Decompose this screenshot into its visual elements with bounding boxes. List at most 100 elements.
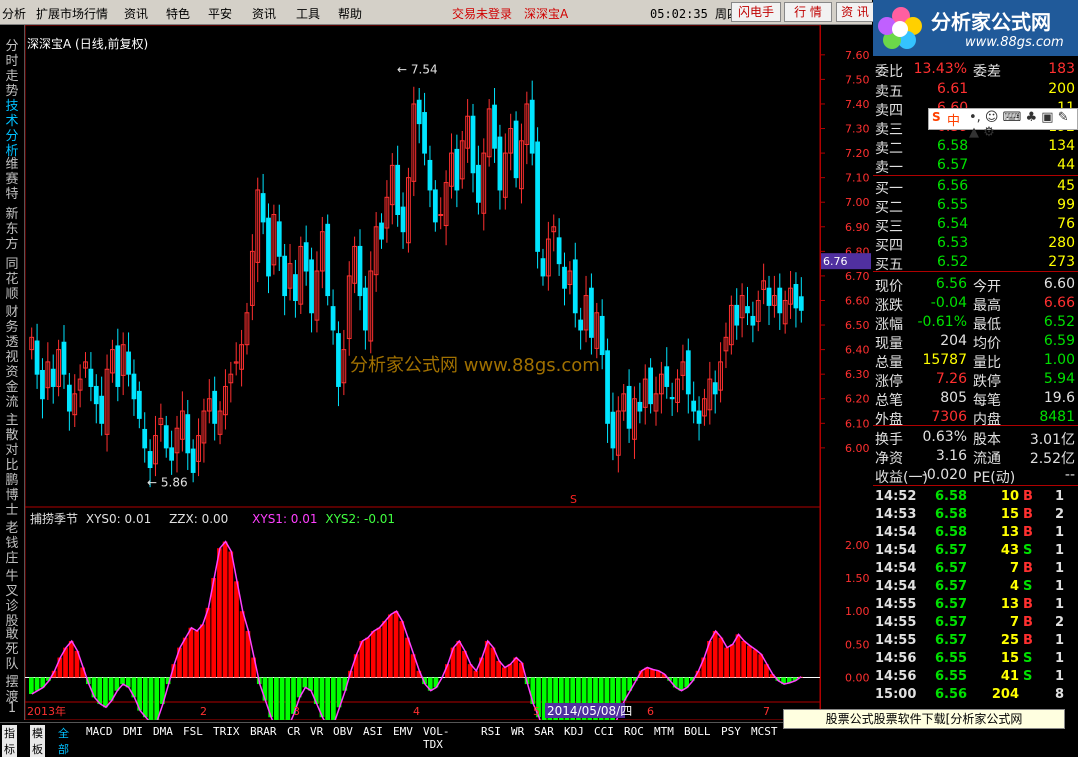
indicator-tab[interactable]: PSY	[721, 725, 741, 738]
candle-body	[556, 237, 562, 265]
menu-info[interactable]: 资讯	[252, 5, 276, 22]
candle-body	[115, 345, 121, 387]
sidebar-tab-laoqianzhuang[interactable]: 老钱庄	[2, 521, 22, 566]
sidebar-tab-niucha[interactable]: 牛叉诊股	[2, 569, 22, 629]
menu-tools[interactable]: 工具	[296, 5, 320, 22]
candle	[750, 301, 756, 343]
indicator-tab[interactable]: CR	[287, 725, 300, 738]
sidebar-tab-gansidui[interactable]: 敢死队	[2, 627, 22, 672]
sidebar-tab-weisaite[interactable]: 维赛特	[2, 157, 22, 202]
ime-mode[interactable]: 中	[947, 110, 960, 129]
stat2-row: 收益(一) -0.020 PE(动) --	[875, 467, 1075, 486]
indicator-tab[interactable]: CCI	[594, 725, 614, 738]
sidebar-tab-timeshare[interactable]: 分时走势	[2, 39, 22, 99]
indicator-tab[interactable]: BOLL	[684, 725, 711, 738]
candle	[196, 418, 201, 477]
indicator-tab[interactable]: 指标	[2, 725, 17, 757]
candle	[163, 415, 169, 458]
candle-body	[626, 385, 632, 429]
tick-volume: 13	[1000, 525, 1019, 540]
indicator-bar	[473, 670, 479, 678]
menu-feature[interactable]: 特色	[166, 5, 190, 22]
candle	[400, 192, 406, 249]
indicator-bar	[712, 631, 718, 678]
indicator-bar	[496, 660, 501, 678]
indicator-tab[interactable]: TRIX	[213, 725, 240, 738]
indicator-tab[interactable]: 全部	[58, 725, 69, 757]
indicator-tab[interactable]: DMA	[153, 725, 173, 738]
indicator-axis-label: 0.50	[845, 638, 870, 651]
quote-value: 8481	[1039, 409, 1075, 425]
ad-banner[interactable]: 股票公式股票软件下载[分析家公式网www.88gs.com]	[783, 709, 1065, 744]
indicator-bar	[752, 649, 758, 678]
candle	[422, 92, 427, 166]
indicator-tab[interactable]: MACD	[86, 725, 113, 738]
indicator-tab[interactable]: OBV	[333, 725, 353, 738]
quote-label: 涨停	[875, 374, 903, 390]
indicator-tab[interactable]: DMI	[123, 725, 143, 738]
candle	[572, 242, 578, 328]
sidebar-tab-xindongfang[interactable]: 新东方	[2, 207, 22, 252]
indicator-name[interactable]: 捕捞季节	[30, 512, 78, 526]
sidebar-tab-capital-flow[interactable]: 资金流	[2, 365, 22, 410]
sell-level-row[interactable]: 卖二 6.58 134	[875, 138, 1075, 157]
indicator-tab[interactable]: VR	[310, 725, 323, 738]
indicator-tab[interactable]: ASI	[363, 725, 383, 738]
quote-value: 0.63%	[922, 429, 967, 445]
quote-value: 6.56	[935, 276, 967, 292]
indicator-tab[interactable]: MCST	[751, 725, 778, 738]
tick-volume: 43	[1000, 543, 1019, 558]
buy-level-row[interactable]: 买三 6.54 76	[875, 216, 1075, 235]
sell-level-row[interactable]: 卖五 6.61 200	[875, 81, 1075, 100]
indicator-tab[interactable]: RSI	[481, 725, 501, 738]
quote-button[interactable]: 行 情	[784, 2, 832, 22]
menu-analysis[interactable]: 分析	[2, 5, 26, 22]
menu-pingan[interactable]: 平安	[208, 5, 232, 22]
indicator-bar	[650, 669, 655, 678]
candle	[621, 384, 627, 421]
candle	[330, 289, 336, 345]
sidebar-tab-technical[interactable]: 技术分析	[2, 99, 22, 159]
flash-trade-button[interactable]: 闪电手	[731, 2, 781, 22]
login-status[interactable]: 交易未登录	[452, 5, 512, 22]
buy-level-row[interactable]: 买四 6.53 280	[875, 235, 1075, 254]
indicator-tab[interactable]: KDJ	[564, 725, 584, 738]
tick-price: 6.56	[935, 687, 968, 702]
candle	[728, 295, 734, 355]
menu-help[interactable]: 帮助	[338, 5, 362, 22]
indicator-tab[interactable]: BRAR	[250, 725, 277, 738]
indicator-header: 捕捞季节 XYS0: 0.01 ZZX: 0.00 XYS1: 0.01 XYS…	[30, 510, 395, 527]
sidebar-tab-tonghuashun[interactable]: 同花顺	[2, 257, 22, 302]
indicator-tab[interactable]: EMV	[393, 725, 413, 738]
indicator-tab[interactable]: WR	[511, 725, 524, 738]
indicator-tab[interactable]: VOL-TDX	[423, 725, 450, 751]
info-button[interactable]: 资 讯	[836, 2, 874, 22]
quote-label: 现价	[875, 279, 903, 295]
indicator-xys2: XYS2: -0.01	[325, 512, 396, 526]
tick-row: 14:54 6.57 7 B 1	[875, 561, 1075, 579]
indicator-tab[interactable]: SAR	[534, 725, 554, 738]
candle	[201, 398, 207, 463]
candle	[529, 80, 535, 166]
sidebar-tab-pengboshi[interactable]: 鹏博士	[2, 473, 22, 518]
kline-chart[interactable]: 分析家公式网 www.88gs.com ← 7.54 ← 5.86 S 2013年 2 3 4…	[25, 25, 820, 720]
candle	[648, 358, 653, 414]
tick-row: 14:54 6.58 13 B 1	[875, 525, 1075, 543]
buy-level-row[interactable]: 买一 6.56 45	[875, 178, 1075, 197]
buy-level-row[interactable]: 买二 6.55 99	[875, 197, 1075, 216]
indicator-tab[interactable]: 模板	[30, 725, 45, 757]
sidebar-tab-finance[interactable]: 财务透视	[2, 305, 22, 365]
tick-time: 14:55	[875, 597, 917, 612]
candle-body	[793, 284, 799, 309]
indicator-tab[interactable]: ROC	[624, 725, 644, 738]
ime-toolbar[interactable]: S 中 •, ☺ ⌨ ♣ ▣ ✎ ▲ ⚙	[928, 108, 1078, 140]
menu-top[interactable]: 资讯	[124, 5, 148, 22]
menu-ext-market[interactable]: 扩展市场行情	[36, 5, 108, 22]
indicator-tab[interactable]: MTM	[654, 725, 674, 738]
sidebar-tab-main-vs-retail[interactable]: 主散对比	[2, 413, 22, 473]
tick-count: 1	[1055, 543, 1065, 558]
candle-body	[427, 159, 433, 191]
ime-tools-icon[interactable]: •, ☺ ⌨ ♣ ▣ ✎ ▲ ⚙	[969, 110, 1077, 140]
sell-level-row[interactable]: 卖一 6.57 44	[875, 157, 1075, 176]
indicator-tab[interactable]: FSL	[183, 725, 203, 738]
